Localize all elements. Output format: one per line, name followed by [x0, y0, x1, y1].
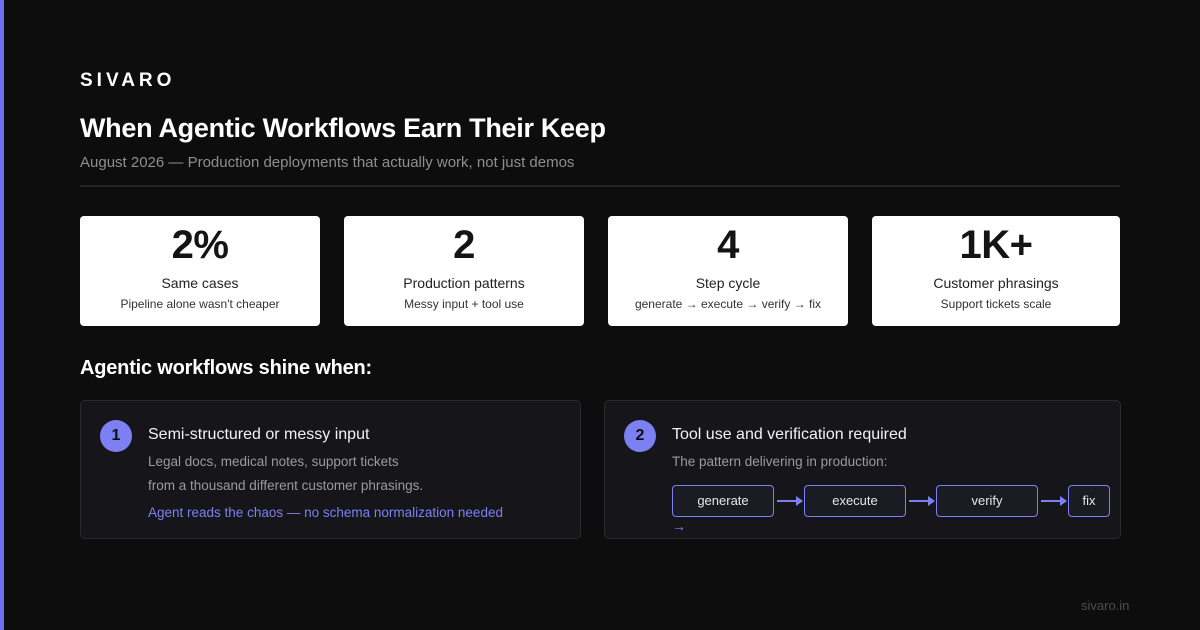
accent-bar: [0, 0, 4, 630]
arrow-right-icon: [909, 496, 935, 506]
stat-card: 1K+ Customer phrasings Support tickets s…: [872, 216, 1120, 326]
page-title: When Agentic Workflows Earn Their Keep: [80, 113, 606, 143]
stat-label: Step cycle: [695, 275, 761, 291]
stat-card: 2 Production patterns Messy input + tool…: [344, 216, 584, 326]
stat-card: 2% Same cases Pipeline alone wasn't chea…: [80, 216, 320, 326]
stat-label: Production patterns: [403, 275, 525, 291]
stat-value: 4: [717, 223, 739, 267]
pattern-card-tool-use: 2 Tool use and verification required The…: [604, 400, 1121, 539]
card-text: from a thousand different customer phras…: [148, 478, 424, 493]
divider: [80, 185, 1120, 187]
arrow-right-icon: [1041, 496, 1067, 506]
stat-description: Support tickets scale: [940, 297, 1052, 311]
flow-step-fix: fix: [1068, 485, 1110, 517]
card-title: Semi-structured or messy input: [148, 426, 370, 443]
stat-description: generate → execute → verify → fix: [634, 297, 822, 311]
card-title: Tool use and verification required: [672, 426, 907, 443]
stat-card: 4 Step cycle generate → execute → verify…: [608, 216, 848, 326]
arrow-right-icon: →: [672, 518, 686, 534]
flow-step-generate: generate: [672, 485, 774, 517]
flow-step-verify: verify: [936, 485, 1038, 517]
number-badge: 1: [100, 420, 132, 452]
stat-label: Same cases: [161, 275, 239, 291]
card-highlight: Agent reads the chaos — no schema normal…: [148, 505, 503, 520]
stat-description: Pipeline alone wasn't cheaper: [120, 297, 280, 311]
number-badge: 2: [624, 420, 656, 452]
section-title: Agentic workflows shine when:: [80, 357, 373, 379]
stat-description: Messy input + tool use: [404, 297, 524, 311]
arrow-right-icon: [777, 496, 803, 506]
flow-step-execute: execute: [804, 485, 906, 517]
card-text: Legal docs, medical notes, support ticke…: [148, 454, 399, 469]
stat-label: Customer phrasings: [933, 275, 1059, 291]
footer-url: sivaro.in: [1081, 598, 1130, 613]
stat-value: 1K+: [959, 223, 1034, 267]
stat-value: 2: [453, 223, 475, 267]
stat-value: 2%: [171, 223, 229, 267]
brand-logo: SIVARO: [80, 70, 176, 91]
page-subtitle: August 2026 — Production deployments tha…: [80, 154, 575, 171]
pattern-card-messy-input: 1 Semi-structured or messy input Legal d…: [80, 400, 581, 539]
card-text: The pattern delivering in production:: [672, 454, 888, 469]
